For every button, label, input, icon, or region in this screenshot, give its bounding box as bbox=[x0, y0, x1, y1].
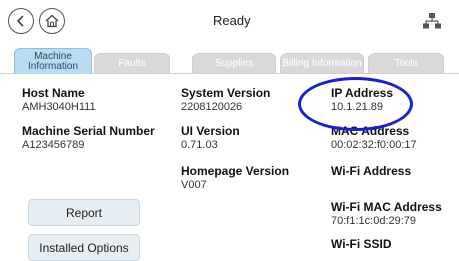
homepage-version-value: V007 bbox=[181, 179, 207, 191]
tab-tools[interactable]: Tools bbox=[368, 53, 444, 73]
tab-faults[interactable]: Faults bbox=[94, 53, 170, 73]
status-title: Ready bbox=[213, 13, 251, 28]
serial-number-value: A123456789 bbox=[22, 139, 85, 151]
serial-number-label: Machine Serial Number bbox=[22, 124, 155, 138]
serial-number-field: Machine Serial Number A123456789 bbox=[22, 124, 155, 153]
host-name-label: Host Name bbox=[22, 86, 85, 100]
wifi-mac-address-label: Wi-Fi MAC Address bbox=[331, 200, 442, 214]
mac-address-label: MAC Address bbox=[331, 124, 410, 138]
homepage-version-field: Homepage Version V007 bbox=[181, 164, 289, 193]
tab-supplies[interactable]: Supplies bbox=[192, 53, 276, 73]
tab-machine-information[interactable]: Machine Information bbox=[14, 48, 92, 74]
wifi-mac-address-value: 70:f1:1c:0d:29:79 bbox=[331, 215, 417, 227]
system-version-value: 2208120026 bbox=[181, 101, 243, 113]
wifi-mac-address-field: Wi-Fi MAC Address 70:f1:1c:0d:29:79 bbox=[331, 200, 442, 229]
homepage-version-label: Homepage Version bbox=[181, 164, 290, 178]
back-button[interactable] bbox=[8, 8, 34, 34]
host-name-field: Host Name AMH3040H111 bbox=[22, 86, 96, 115]
host-name-value: AMH3040H111 bbox=[22, 101, 96, 113]
back-arrow-icon bbox=[16, 15, 24, 27]
home-button[interactable] bbox=[39, 8, 65, 34]
ip-address-value: 10.1.21.89 bbox=[331, 101, 383, 113]
installed-options-button[interactable]: Installed Options bbox=[28, 234, 140, 261]
tab-bar: Machine Information Faults Supplies Bill… bbox=[14, 46, 459, 74]
ui-version-field: UI Version 0.71.03 bbox=[181, 124, 240, 153]
report-button[interactable]: Report bbox=[28, 199, 140, 226]
wifi-address-field: Wi-Fi Address bbox=[331, 164, 411, 178]
mac-address-value: 00:02:32:f0:00:17 bbox=[331, 139, 417, 151]
home-icon bbox=[45, 14, 59, 28]
ui-version-value: 0.71.03 bbox=[181, 139, 218, 151]
top-bar: Ready bbox=[0, 0, 459, 50]
network-icon bbox=[423, 13, 441, 29]
system-version-field: System Version 2208120026 bbox=[181, 86, 270, 115]
ui-version-label: UI Version bbox=[181, 124, 240, 138]
wifi-address-label: Wi-Fi Address bbox=[331, 164, 412, 178]
mac-address-field: MAC Address 00:02:32:f0:00:17 bbox=[331, 124, 417, 153]
ip-address-field: IP Address 10.1.21.89 bbox=[331, 86, 393, 115]
wifi-ssid-field: Wi-Fi SSID bbox=[331, 237, 392, 251]
tab-billing-information[interactable]: Billing Information bbox=[280, 53, 364, 73]
system-version-label: System Version bbox=[181, 86, 271, 100]
wifi-ssid-label: Wi-Fi SSID bbox=[331, 237, 392, 251]
ip-address-label: IP Address bbox=[331, 86, 394, 100]
